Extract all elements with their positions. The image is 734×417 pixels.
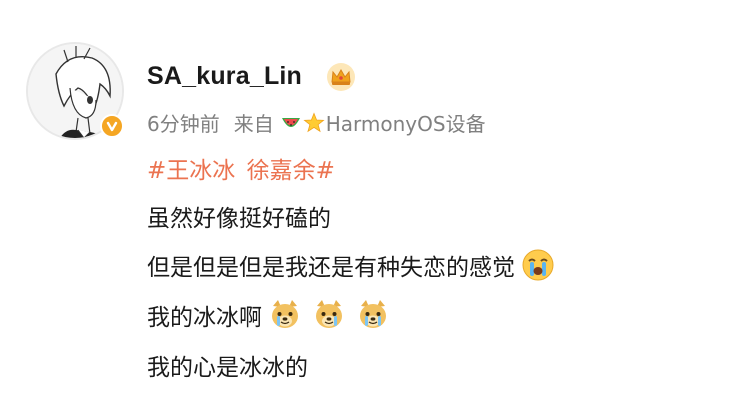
verified-badge-icon [100,114,124,138]
post-text: 但是但是但是我还是有种失恋的感觉 [147,255,515,281]
username[interactable]: SA_kura_Lin [147,62,302,91]
post-meta: 6分钟前 来自 HarmonyOS设备 [147,108,486,137]
doge-emoji-icon [312,298,346,332]
crying-face-icon [521,248,555,282]
crown-icon[interactable] [326,62,356,92]
hashtag-group: #王冰冰 徐嘉余# [147,151,339,185]
watermelon-icon [280,112,302,134]
post-text: 我的冰冰啊 [147,305,262,331]
hashtag[interactable]: 徐嘉余# [247,158,335,184]
source-prefix: 来自 [233,112,274,136]
star-icon [303,111,325,134]
post-text-line: 我的心是冰冰的 [147,348,308,382]
post-text: 虽然好像挺好磕的 [147,206,331,232]
hashtag[interactable]: #王冰冰 [147,158,235,184]
avatar-container[interactable] [26,42,128,144]
doge-emoji-icon [356,298,390,332]
post-time[interactable]: 6分钟前 [147,108,220,137]
post-text-line: 我的冰冰啊 [147,298,390,332]
post-text: 我的心是冰冰的 [147,355,308,381]
post-text-line: 但是但是但是我还是有种失恋的感觉 [147,248,555,282]
source-device[interactable]: HarmonyOS设备 [326,108,486,137]
doge-emoji-icon [268,298,302,332]
post-text-line: 虽然好像挺好磕的 [147,199,331,233]
